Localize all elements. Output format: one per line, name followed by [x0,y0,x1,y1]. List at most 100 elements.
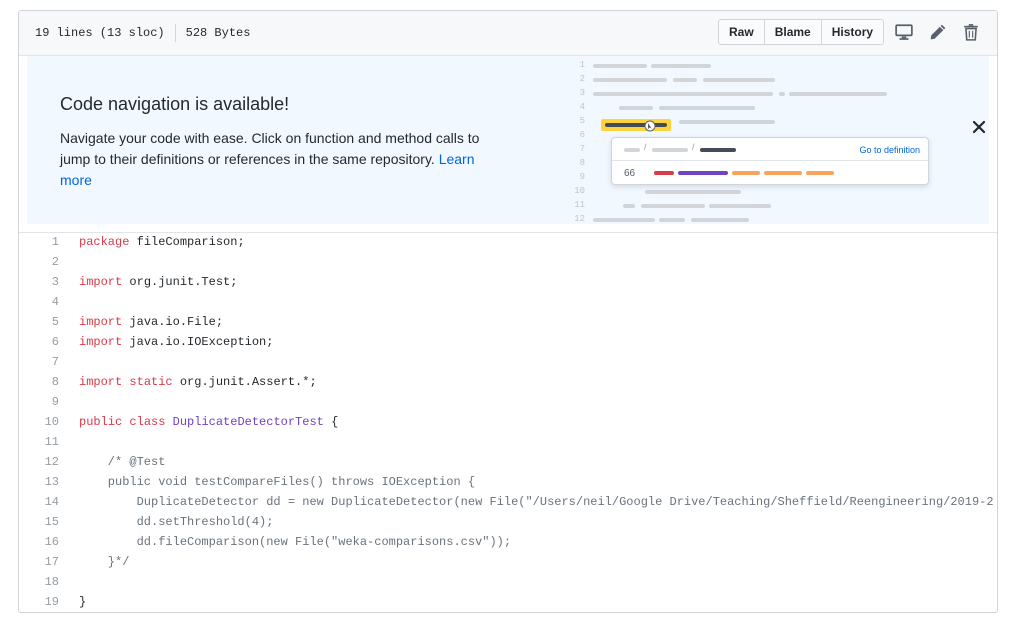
illustration-code-bar [593,92,773,96]
raw-button[interactable]: Raw [718,19,765,45]
line-number[interactable]: 6 [19,332,59,352]
code-text: import static org.junit.Assert.*; [79,372,317,392]
illustration-code-bar [659,218,685,222]
line-number[interactable]: 13 [19,472,59,492]
line-number[interactable]: 10 [19,412,59,432]
line-number[interactable]: 19 [19,592,59,612]
illustration-code-bar [593,218,655,222]
trash-icon[interactable] [962,23,980,41]
code-line: 3 import org.junit.Test; [19,272,997,292]
code-token: import [79,275,123,289]
line-number[interactable]: 12 [19,452,59,472]
code-line: 1 package fileComparison; [19,232,997,252]
close-icon[interactable] [971,119,987,135]
code-text: public void testCompareFiles() throws IO… [79,472,475,492]
code-text: DuplicateDetector dd = new DuplicateDete… [79,492,994,512]
code-token: dd.fileComparison(new File("weka-compari… [79,535,512,549]
popover-breadcrumb-3 [700,148,736,152]
reference-token-2 [678,171,728,175]
code-line: 7 [19,352,997,372]
line-number[interactable]: 17 [19,552,59,572]
line-number[interactable]: 4 [19,292,59,312]
line-number[interactable]: 15 [19,512,59,532]
line-number[interactable]: 14 [19,492,59,512]
code-token: DuplicateDetector dd = new DuplicateDete… [79,495,994,509]
pencil-icon[interactable] [929,23,947,41]
line-number[interactable]: 2 [19,252,59,272]
line-number[interactable]: 5 [19,312,59,332]
code-token: { [323,415,339,429]
code-navigation-panel: Code navigation is available! Navigate y… [27,56,989,224]
code-token: import [79,335,123,349]
illustration-code-bar [641,204,705,208]
code-line: 12 /* @Test [19,452,997,472]
line-number[interactable]: 1 [19,232,59,252]
code-line: 9 [19,392,997,412]
code-line: 4 [19,292,997,312]
popover-breadcrumb-separator-1: / [644,142,647,152]
illustration-line-number: 9 [579,172,585,182]
code-line: 13 public void testCompareFiles() throws… [19,472,997,492]
code-line: 16 dd.fileComparison(new File("weka-comp… [19,532,997,552]
illustration-line-number: 4 [579,102,585,112]
blame-button[interactable]: Blame [764,19,822,45]
cursor-icon [644,120,656,132]
line-number[interactable]: 3 [19,272,59,292]
code-line: 14 DuplicateDetector dd = new DuplicateD… [19,492,997,512]
highlighted-symbol [601,119,671,131]
desktop-icon[interactable] [895,23,913,41]
code-line: 2 [19,252,997,272]
code-text: public class DuplicateDetectorTest { [79,412,338,432]
code-line: 10 public class DuplicateDetectorTest { [19,412,997,432]
illustration-code-bar [619,106,653,110]
code-token: public void testCompareFiles() throws IO… [79,475,476,489]
illustration-code-bar [593,64,647,68]
code-token: public [79,415,123,429]
code-text: dd.setThreshold(4); [79,512,274,532]
code-line: 11 [19,432,997,452]
line-number[interactable]: 16 [19,532,59,552]
illustration-line-number: 6 [579,130,585,140]
code-token: java.io.File; [122,315,224,329]
file-actions-group: Raw Blame History [718,19,885,45]
line-number[interactable]: 9 [19,392,59,412]
illustration-line-number: 3 [579,88,585,98]
popover-breadcrumb-separator-2: / [692,142,695,152]
line-number[interactable]: 8 [19,372,59,392]
illustration-line-number: 2 [579,74,585,84]
line-number[interactable]: 7 [19,352,59,372]
code-line: 19} [19,592,997,612]
reference-count: 66 [624,168,636,179]
banner-title: Code navigation is available! [60,94,290,114]
file-info: 19 lines (13 sloc) 528 Bytes [35,11,250,55]
illustration-code-bar [789,92,887,96]
line-number[interactable]: 11 [19,432,59,452]
code-text: dd.fileComparison(new File("weka-compari… [79,532,511,552]
code-navigation-illustration: 1 2 3 4 5 6 7 8 9 10 11 12 / / Go to definition 66 [567,56,987,224]
illustration-code-bar [691,218,749,222]
illustration-code-bar [779,92,785,96]
code-token: package [79,235,130,249]
code-token: java.io.IOException; [122,335,274,349]
definition-popover: / / Go to definition 66 [611,137,929,185]
file-size: 528 Bytes [185,26,251,40]
code-token: DuplicateDetectorTest [172,415,324,429]
reference-token-5 [806,171,834,175]
code-text: package fileComparison; [79,232,245,252]
reference-token-4 [764,171,802,175]
illustration-code-bar [645,190,741,194]
illustration-line-number: 5 [579,116,585,126]
code-token: class [129,415,166,429]
line-number[interactable]: 18 [19,572,59,592]
go-to-definition-link[interactable]: Go to definition [859,145,920,155]
illustration-line-number: 8 [579,158,585,168]
highlighted-symbol-bar [605,123,667,127]
illustration-line-number: 7 [579,144,585,154]
illustration-line-number: 11 [574,200,585,210]
code-token: dd.setThreshold(4); [79,515,274,529]
illustration-line-number: 1 [579,60,585,70]
code-token: }*/ [79,555,130,569]
history-button[interactable]: History [821,19,885,45]
code-text: import java.io.File; [79,312,223,332]
